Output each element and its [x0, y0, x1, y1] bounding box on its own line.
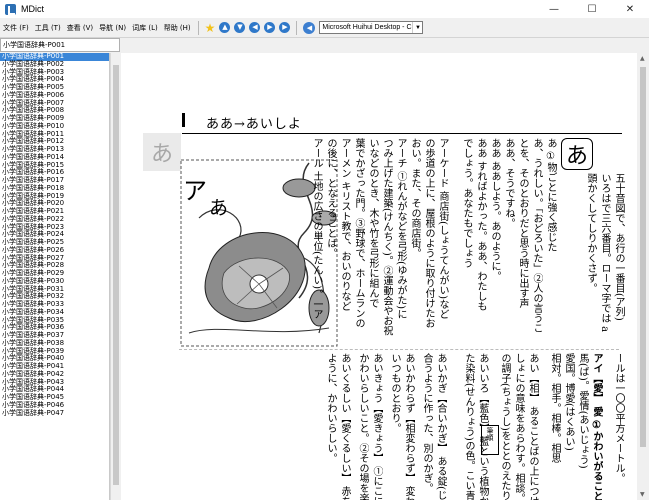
menu-toolbar: 文件 (F) 工具 (T) 查看 (V) 导航 (N) 词库 (L) 帮助 (H…: [0, 18, 649, 38]
word-list: 小学国语辞典-P001 小学国语辞典-P002 小学国语辞典-P003 小学国语辞典-…: [0, 53, 110, 500]
entry-text: あいくるしい【愛くるしい】 赤ちゃんの: [339, 353, 350, 500]
entry-text: かわいらしいこと。②その場を楽しくする: [357, 353, 368, 500]
stroke-order-label: 筆順: [481, 425, 499, 455]
illustration-hiragana-a: あ: [209, 197, 229, 219]
menu-help[interactable]: 帮助 (H): [161, 23, 194, 33]
entry-text: 合うように作った、別のかぎ。: [421, 353, 432, 493]
entry-text: アイ【愛】 愛 ①かわいがること。恋愛: [591, 353, 602, 500]
content-pane: ああ→あいしよ あ あ ア あ 五十音図で、あ行の一番目(ア列) いろはで三六番…: [121, 53, 649, 500]
menu-file[interactable]: 文件 (F): [0, 23, 32, 33]
menu-view[interactable]: 查看 (V): [64, 23, 96, 33]
menu-library[interactable]: 词库 (L): [129, 23, 161, 33]
voice-select-value: Microsoft Huihui Desktop - C: [322, 24, 412, 31]
entry-text: いろはで三六番目。ローマ字では a: [599, 173, 610, 333]
entry-text: おい。また、その商店街。: [409, 138, 420, 258]
entry-text: つみ上げた建築(けんちく)。②運動会やお祝: [381, 138, 392, 336]
entry-text: 相対。相手。相棒。相思: [549, 353, 560, 463]
header-rule: [182, 133, 622, 134]
entry-text: 五十音図で、あ行の一番目(ア列): [613, 173, 624, 321]
window-controls: — ☐ ✕: [535, 0, 649, 18]
app-icon: [5, 3, 16, 15]
illustration-katakana-a: ア: [183, 177, 207, 205]
page-header: ああ→あいしよ: [206, 117, 302, 132]
entry-text: あ ①物ごとに強く感じた: [545, 138, 556, 253]
forward-button[interactable]: ▶: [264, 22, 276, 33]
menu-navigate[interactable]: 导航 (N): [96, 23, 129, 33]
entry-text: 愛国。博愛(はくあい): [563, 353, 574, 451]
entry-text: ああ すればよかった。ああ、わたしも: [475, 138, 486, 312]
scrollbar-thumb[interactable]: [640, 67, 646, 447]
title-bar: MDict — ☐ ✕: [0, 0, 649, 18]
window-title: MDict: [21, 4, 44, 14]
mdict-window: MDict — ☐ ✕ 文件 (F) 工具 (T) 查看 (V) 导航 (N) …: [0, 0, 649, 500]
back-button[interactable]: ◀: [249, 22, 261, 33]
toolbar-separator: [197, 20, 199, 35]
entry-text: の調子(ちょうし)をととのえたりする: [499, 353, 510, 500]
scrollbar-thumb[interactable]: [113, 65, 119, 485]
entry-text: の後に、となえることば。: [325, 138, 336, 258]
minimize-button[interactable]: —: [535, 0, 573, 18]
entry-text: アーケード 商店街(しょうてんがい)など: [437, 138, 448, 319]
nav-up-button[interactable]: ▲: [219, 22, 231, 33]
menu-tools[interactable]: 工具 (T): [32, 23, 64, 33]
grey-kana-tab: あ: [143, 133, 181, 171]
chevron-down-icon[interactable]: ▼: [412, 22, 423, 33]
close-button[interactable]: ✕: [611, 0, 649, 18]
nav-down-button[interactable]: ▼: [234, 22, 246, 33]
entry-text: いなどのとき、木や竹を弓形に組んで: [367, 138, 378, 308]
entry-text: ールは一〇〇平方メートル。: [613, 353, 624, 483]
scroll-up-icon[interactable]: ▲: [640, 55, 645, 62]
entry-text: アーチ ①れんがなどを弓形(ゆみがた)に: [395, 138, 406, 319]
dictionary-page: ああ→あいしよ あ あ ア あ 五十音図で、あ行の一番目(ア列) いろはで三六番…: [121, 53, 637, 500]
speaker-icon[interactable]: ◀: [303, 21, 316, 34]
entry-text: しょにの意味をあらわす。相談。: [513, 353, 524, 500]
kana-heading: あ: [561, 138, 593, 170]
entry-text: 馬(ば)。愛情(あいじょう): [577, 353, 588, 469]
word-list-scrollbar[interactable]: [110, 53, 120, 500]
entry-text: あいかぎ【合いかぎ】 ある錠(じょう)に: [435, 353, 446, 500]
content-scrollbar[interactable]: ▲ ▼: [637, 53, 649, 500]
entry-text: アール 土地の広さの単位(たんい)。一ア: [311, 138, 322, 319]
favorite-star-icon[interactable]: ★: [205, 22, 216, 34]
entry-text: いつものとおり。: [389, 353, 400, 433]
toolbar-separator: [296, 20, 298, 35]
section-divider: [179, 349, 619, 350]
scroll-down-icon[interactable]: ▼: [640, 491, 645, 498]
entry-text: あいきょう【愛きょう】 ①にこにこして、: [371, 353, 382, 500]
search-input[interactable]: 小学国语辞典-P001: [0, 38, 120, 52]
maximize-button[interactable]: ☐: [573, 0, 611, 18]
entry-text: あいかわらず【相変わらず】 変わらずに、: [403, 353, 414, 500]
entry-text: あい【相】 あることばの上につけて、いっ: [527, 353, 538, 500]
play-button[interactable]: ▶: [279, 22, 291, 33]
entry-text: とを、そのとおりだと思う時に出す声: [517, 138, 528, 308]
entry-text: アーメン キリスト教で、おいのりなど: [339, 138, 350, 312]
entry-text: ああ、そうですね。: [503, 138, 514, 228]
entry-text: ああ ああしよう。あのように。: [489, 138, 500, 282]
entry-text: 葉でかざった門。③野球で、ホームランの: [353, 138, 364, 328]
entry-text: でしょう。あなたもでしょう: [461, 138, 472, 268]
entry-text: 頭かくしてしりかくさず。: [585, 173, 596, 293]
entry-text: の歩道の上に、屋根のように取り付けたお: [423, 138, 434, 328]
entry-text: ように、かわいらしい。: [325, 353, 336, 463]
voice-select[interactable]: Microsoft Huihui Desktop - C ▼: [319, 21, 424, 34]
entry-text: た染料(せんりょう)の色。こい青色。: [463, 353, 474, 500]
entry-text: あ、うれしい。「おどろいた」②人の言うこ: [531, 138, 542, 333]
header-bar: [182, 113, 185, 127]
list-item[interactable]: 小学国语辞典-P047: [0, 409, 109, 418]
